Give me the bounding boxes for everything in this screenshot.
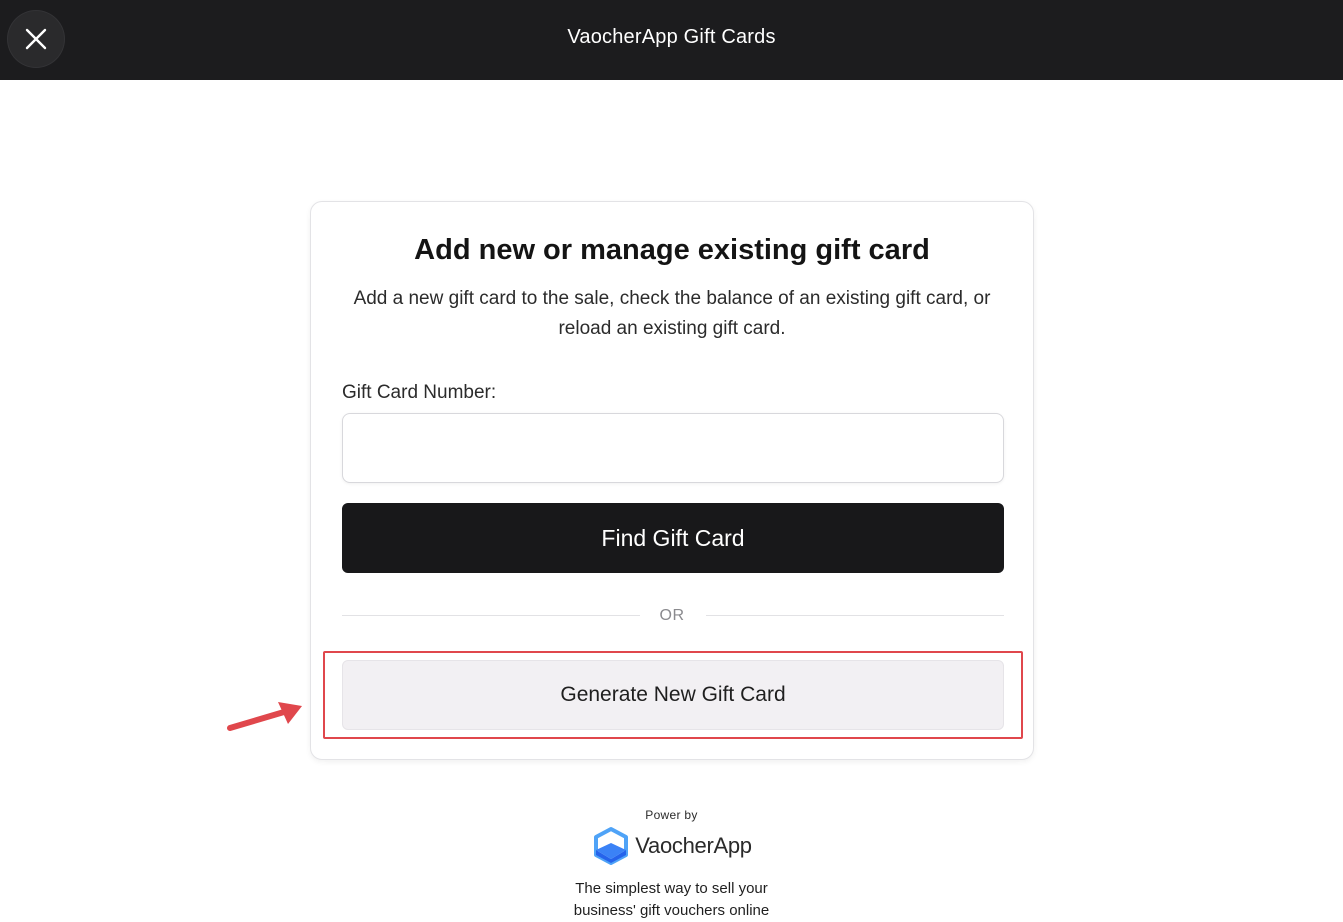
divider-line-right — [706, 615, 1004, 616]
top-bar: VaocherApp Gift Cards — [0, 0, 1343, 80]
brand-logo: VaocherApp — [0, 826, 1343, 866]
page-title: VaocherApp Gift Cards — [567, 26, 776, 48]
vaocherapp-logo-icon — [594, 827, 629, 865]
powered-by-label: Power by — [645, 808, 698, 822]
gift-card-number-input[interactable] — [342, 413, 1004, 483]
or-divider: OR — [659, 607, 685, 624]
gift-card-number-label: Gift Card Number: — [342, 382, 497, 403]
card-title: Add new or manage existing gift card — [414, 234, 930, 266]
highlight-annotation — [323, 651, 1023, 739]
tagline-line-2: business' gift vouchers online — [573, 902, 770, 919]
card-description: Add a new gift card to the sale, check t… — [353, 288, 991, 339]
red-arrow-icon — [227, 702, 302, 731]
brand-name: VaocherApp — [635, 833, 752, 858]
tagline-line-1: The simplest way to sell your — [575, 880, 768, 897]
footer: Power by VaocherApp The simplest way to … — [0, 808, 1343, 922]
tagline: The simplest way to sell your business' … — [0, 878, 1343, 922]
find-gift-card-button[interactable]: Find Gift Card — [342, 503, 1004, 573]
